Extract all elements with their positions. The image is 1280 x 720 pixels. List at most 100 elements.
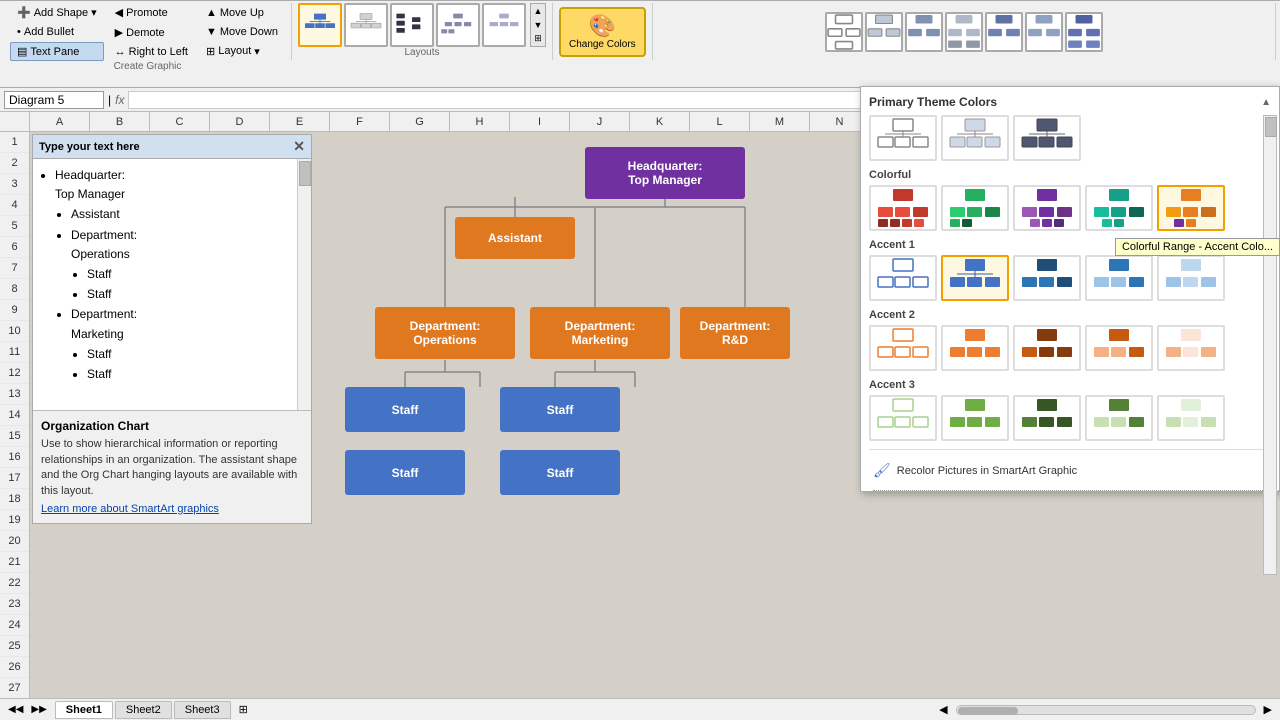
layouts-dropdown-arrow[interactable]: ▲ ▼ ⊞ <box>530 3 546 47</box>
row-number-23[interactable]: 23 <box>0 594 30 615</box>
row-number-20[interactable]: 20 <box>0 531 30 552</box>
row-number-15[interactable]: 15 <box>0 426 30 447</box>
row-number-6[interactable]: 6 <box>0 237 30 258</box>
color-thumb-a3-4[interactable] <box>1085 395 1153 441</box>
scroll-left-btn[interactable]: ◀ <box>939 703 947 716</box>
row-number-3[interactable]: 3 <box>0 174 30 195</box>
org-box-staff-2[interactable]: Staff <box>500 387 620 432</box>
text-pane-scrollbar[interactable] <box>297 159 311 410</box>
style-thumb-1[interactable] <box>825 12 863 52</box>
row-number-27[interactable]: 27 <box>0 678 30 698</box>
color-thumb-a2-5[interactable] <box>1157 325 1225 371</box>
row-number-7[interactable]: 7 <box>0 258 30 279</box>
panel-scroll-up-btn[interactable]: ▲ <box>1261 97 1271 108</box>
row-number-1[interactable]: 1 <box>0 132 30 153</box>
style-thumb-2[interactable] <box>865 12 903 52</box>
col-header-G[interactable]: G <box>390 112 450 131</box>
color-thumb-a3-1[interactable] <box>869 395 937 441</box>
panel-scroll-thumb[interactable] <box>1265 117 1277 137</box>
col-header-E[interactable]: E <box>270 112 330 131</box>
layout-thumb-1[interactable] <box>298 3 342 47</box>
col-header-D[interactable]: D <box>210 112 270 131</box>
sheet-tab-1[interactable]: Sheet1 <box>55 701 113 719</box>
row-number-2[interactable]: 2 <box>0 153 30 174</box>
learn-more-link[interactable]: Learn more about SmartArt graphics <box>41 503 219 515</box>
row-number-18[interactable]: 18 <box>0 489 30 510</box>
row-number-10[interactable]: 10 <box>0 321 30 342</box>
color-thumb-primary-flat[interactable] <box>941 115 1009 161</box>
text-pane-button[interactable]: ▤ Text Pane <box>10 42 104 61</box>
scroll-right-btn[interactable]: ▶ <box>1264 703 1272 716</box>
row-number-5[interactable]: 5 <box>0 216 30 237</box>
color-thumb-a1-4[interactable] <box>1085 255 1153 301</box>
row-number-25[interactable]: 25 <box>0 636 30 657</box>
color-thumb-colorful-3[interactable] <box>1013 185 1081 231</box>
layout-thumb-2[interactable] <box>344 3 388 47</box>
add-sheet-btn[interactable]: ⊞ <box>239 703 248 716</box>
org-box-hq[interactable]: Headquarter: Top Manager <box>585 147 745 199</box>
org-box-dept-rd[interactable]: Department: R&D <box>680 307 790 359</box>
color-thumb-a2-2[interactable] <box>941 325 1009 371</box>
row-number-11[interactable]: 11 <box>0 342 30 363</box>
style-thumb-6[interactable] <box>1025 12 1063 52</box>
col-header-M[interactable]: M <box>750 112 810 131</box>
style-thumb-5[interactable] <box>985 12 1023 52</box>
org-box-staff-4[interactable]: Staff <box>500 450 620 495</box>
row-number-26[interactable]: 26 <box>0 657 30 678</box>
color-thumb-primary-dark[interactable] <box>1013 115 1081 161</box>
layout-thumb-3[interactable] <box>390 3 434 47</box>
row-number-4[interactable]: 4 <box>0 195 30 216</box>
right-to-left-button[interactable]: ↔ Right to Left <box>108 43 195 61</box>
col-header-F[interactable]: F <box>330 112 390 131</box>
col-header-L[interactable]: L <box>690 112 750 131</box>
color-thumb-primary-outline[interactable] <box>869 115 937 161</box>
col-header-I[interactable]: I <box>510 112 570 131</box>
row-number-17[interactable]: 17 <box>0 468 30 489</box>
add-shape-button[interactable]: ➕ Add Shape ▾ <box>10 3 104 22</box>
color-thumb-a1-3[interactable] <box>1013 255 1081 301</box>
text-pane-close-button[interactable]: ✕ <box>293 138 305 155</box>
layout-button[interactable]: ⊞ Layout ▾ <box>199 42 285 61</box>
row-number-21[interactable]: 21 <box>0 552 30 573</box>
row-number-13[interactable]: 13 <box>0 384 30 405</box>
row-number-24[interactable]: 24 <box>0 615 30 636</box>
change-colors-button[interactable]: 🎨 Change Colors <box>559 7 646 57</box>
color-thumb-colorful-2[interactable] <box>941 185 1009 231</box>
style-thumb-3[interactable] <box>905 12 943 52</box>
panel-scrollbar[interactable] <box>1263 115 1277 575</box>
color-thumb-a3-3[interactable] <box>1013 395 1081 441</box>
row-number-9[interactable]: 9 <box>0 300 30 321</box>
org-box-staff-1[interactable]: Staff <box>345 387 465 432</box>
col-header-K[interactable]: K <box>630 112 690 131</box>
color-thumb-a3-5[interactable] <box>1157 395 1225 441</box>
demote-button[interactable]: ▶ Demote <box>108 23 195 42</box>
prev-sheet-btn[interactable]: ◀◀ <box>8 704 23 715</box>
row-number-14[interactable]: 14 <box>0 405 30 426</box>
color-thumb-a1-1[interactable] <box>869 255 937 301</box>
org-box-dept-ops[interactable]: Department: Operations <box>375 307 515 359</box>
name-box[interactable] <box>4 91 104 109</box>
move-down-button[interactable]: ▼ Move Down <box>199 23 285 41</box>
next-sheet-btn[interactable]: ▶▶ <box>31 704 46 715</box>
color-thumb-a3-2[interactable] <box>941 395 1009 441</box>
add-bullet-button[interactable]: • Add Bullet <box>10 23 104 41</box>
move-up-button[interactable]: ▲ Move Up <box>199 4 285 22</box>
color-thumb-a2-1[interactable] <box>869 325 937 371</box>
org-box-assistant[interactable]: Assistant <box>455 217 575 259</box>
row-number-19[interactable]: 19 <box>0 510 30 531</box>
style-thumb-7[interactable] <box>1065 12 1103 52</box>
row-number-16[interactable]: 16 <box>0 447 30 468</box>
sheet-tab-3[interactable]: Sheet3 <box>174 701 231 719</box>
style-thumb-4[interactable] <box>945 12 983 52</box>
color-thumb-a2-4[interactable] <box>1085 325 1153 371</box>
row-number-22[interactable]: 22 <box>0 573 30 594</box>
org-box-staff-3[interactable]: Staff <box>345 450 465 495</box>
col-header-J[interactable]: J <box>570 112 630 131</box>
col-header-A[interactable]: A <box>30 112 90 131</box>
color-thumb-colorful-1[interactable] <box>869 185 937 231</box>
color-thumb-colorful-4[interactable] <box>1085 185 1153 231</box>
layout-thumb-5[interactable] <box>482 3 526 47</box>
row-number-8[interactable]: 8 <box>0 279 30 300</box>
promote-button[interactable]: ◀ Promote <box>108 3 195 22</box>
recolor-pictures-button[interactable]: 🖌 Recolor Pictures in SmartArt Graphic <box>869 458 1271 483</box>
